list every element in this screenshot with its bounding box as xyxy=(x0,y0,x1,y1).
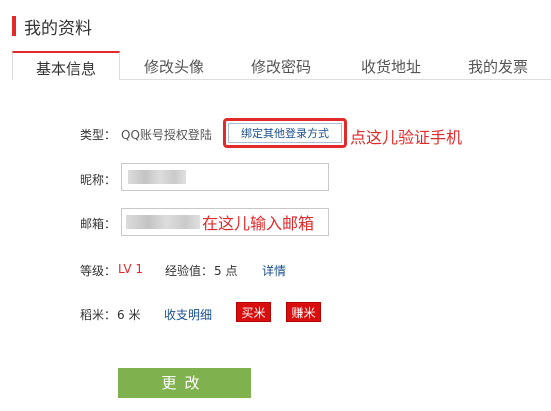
tab-my-invoice[interactable]: 我的发票 xyxy=(448,51,548,80)
level-details-link[interactable]: 详情 xyxy=(262,262,286,279)
nickname-input[interactable] xyxy=(121,163,329,191)
bind-login-highlight[interactable]: 绑定其他登录方式 xyxy=(223,118,347,148)
earn-rice-button[interactable]: 赚米 xyxy=(286,302,321,322)
account-type-value: QQ账号授权登陆 xyxy=(121,128,212,142)
exp-value: 5 点 xyxy=(214,264,238,278)
transaction-details-link[interactable]: 收支明细 xyxy=(164,306,212,323)
enter-email-annotation: 在这儿输入邮箱 xyxy=(202,214,315,233)
email-blurred-value xyxy=(126,215,200,229)
level-label: 等级： xyxy=(80,264,117,278)
buy-rice-button[interactable]: 买米 xyxy=(236,302,271,322)
tab-shipping-address[interactable]: 收货地址 xyxy=(341,51,441,80)
title-accent-bar xyxy=(12,16,16,36)
verify-phone-annotation: 点这儿验证手机 xyxy=(350,128,463,147)
level-value: LV 1 xyxy=(118,262,144,276)
exp-label: 经验值： xyxy=(165,264,214,278)
rice-label: 稻米： xyxy=(80,308,117,322)
page-title: 我的资料 xyxy=(24,19,92,39)
type-label: 类型： xyxy=(80,128,117,142)
nickname-label: 昵称： xyxy=(80,173,117,187)
submit-button[interactable]: 更改 xyxy=(118,368,251,398)
email-label: 邮箱： xyxy=(80,217,117,231)
tab-change-avatar[interactable]: 修改头像 xyxy=(124,51,224,80)
tab-change-password[interactable]: 修改密码 xyxy=(231,51,331,80)
bind-other-login-button[interactable]: 绑定其他登录方式 xyxy=(228,123,342,143)
tab-basic-info[interactable]: 基本信息 xyxy=(12,51,120,80)
nickname-blurred-value xyxy=(128,170,186,184)
rice-value: 6 米 xyxy=(117,308,141,322)
